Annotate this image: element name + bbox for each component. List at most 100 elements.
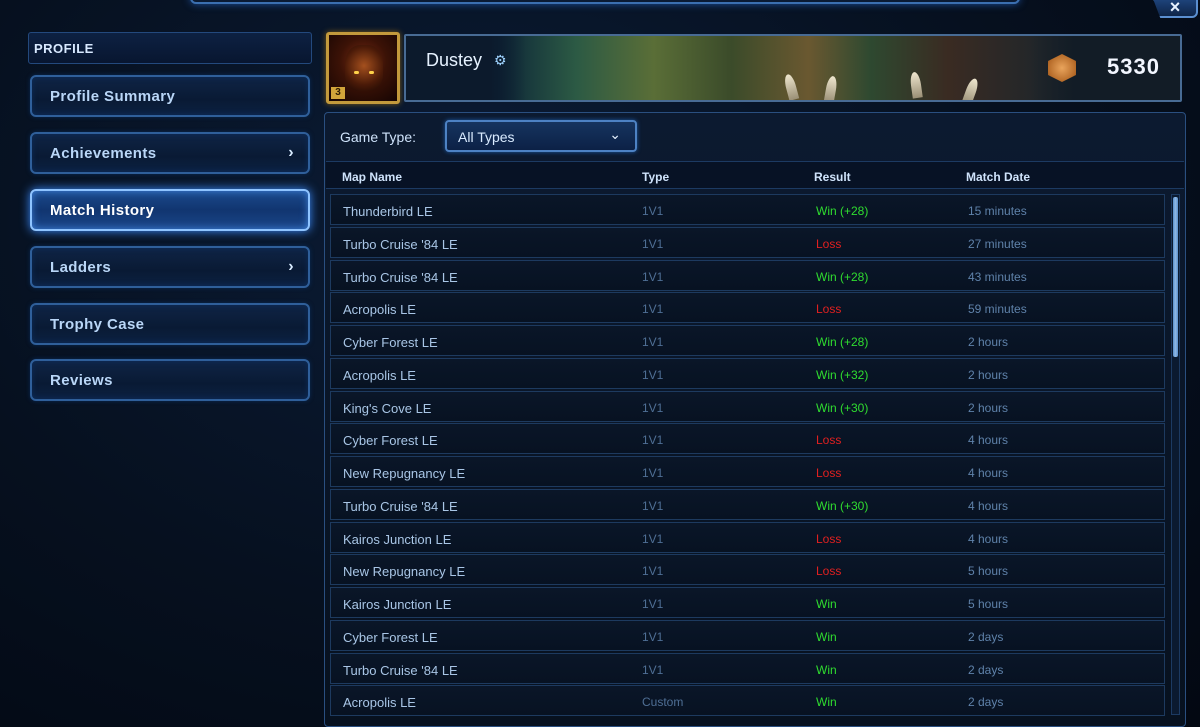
result-cell: Win [816,629,837,644]
table-row[interactable]: Cyber Forest LE 1V1 Loss 4 hours [330,423,1165,455]
chevron-down-icon: ⌄ [609,126,621,142]
table-row[interactable]: Turbo Cruise '84 LE 1V1 Win (+28) 43 minute… [330,259,1165,291]
sidebar-header: PROFILE [28,32,312,64]
result-cell: Win [816,597,837,611]
profile-sidebar: PROFILE Profile Summary Achievements › M… [28,32,312,401]
rating-area: 5330 [1030,36,1180,100]
sidebar-item-label: Trophy Case [50,316,145,333]
game-type-cell: 1V1 [642,629,664,644]
game-type-cell: 1V1 [642,597,664,611]
result-cell: Win (+30) [816,400,869,415]
table-header: Map Name Type Result Match Date [326,161,1184,189]
match-date-cell: 2 days [968,662,1004,677]
match-date-cell: 4 hours [968,498,1009,513]
match-date-cell: 2 hours [968,400,1009,415]
match-date-cell: 4 hours [968,433,1009,448]
map-name-cell: Acropolis LE [343,367,416,383]
result-cell: Loss [816,236,842,251]
portrait-eye [354,71,359,74]
map-name-cell: New Repugnancy LE [343,466,466,481]
table-row[interactable]: Acropolis LE 1V1 Loss 59 minutes [330,292,1165,324]
portrait-level-badge: 3 [331,87,345,99]
sidebar-item-profile-summary[interactable]: Profile Summary [30,75,310,117]
sidebar-item-match-history[interactable]: Match History [30,189,310,231]
game-type-cell: Custom [642,695,684,710]
chevron-right-icon: › [288,144,294,161]
map-name-cell: Turbo Cruise '84 LE [343,236,458,252]
close-button[interactable]: × [1152,0,1198,18]
table-row[interactable]: Kairos Junction LE 1V1 Loss 4 hours [330,521,1165,553]
map-name-cell: Cyber Forest LE [343,629,438,645]
sidebar-item-label: Ladders [50,259,112,276]
game-type-cell: 1V1 [642,335,664,349]
match-date-cell: 4 hours [968,466,1009,480]
table-row[interactable]: Cyber Forest LE 1V1 Win (+28) 2 hours [330,325,1165,356]
sidebar-item-label: Achievements [50,145,157,162]
table-row[interactable]: Turbo Cruise '84 LE 1V1 Win 2 days [330,652,1165,684]
player-portrait[interactable]: 3 [326,32,400,104]
banner-art [782,73,800,100]
table-row[interactable]: Cyber Forest LE 1V1 Win 2 days [330,619,1165,651]
column-header-result[interactable]: Result [814,170,851,184]
column-header-date[interactable]: Match Date [966,170,1030,184]
portrait-eye [369,71,374,74]
result-cell: Loss [816,466,842,480]
match-date-cell: 43 minutes [968,269,1027,284]
sidebar-item-ladders[interactable]: Ladders › [30,246,310,288]
player-rating: 5330 [1107,54,1160,79]
table-row[interactable]: New Repugnancy LE 1V1 Loss 5 hours [330,554,1165,586]
match-date-cell: 4 hours [968,531,1009,546]
sidebar-item-label: Profile Summary [50,88,176,105]
game-type-cell: 1V1 [642,236,664,251]
game-type-cell: 1V1 [642,564,664,579]
sidebar-item-reviews[interactable]: Reviews [30,359,310,401]
player-banner: Dustey ⚙ 5330 [404,34,1182,102]
table-row[interactable]: Acropolis LE Custom Win 2 days [330,685,1165,717]
match-date-cell: 15 minutes [968,204,1027,218]
game-type-cell: 1V1 [642,204,664,218]
map-name-cell: Kairos Junction LE [343,531,452,547]
match-date-cell: 2 days [968,629,1004,644]
game-type-cell: 1V1 [642,662,664,677]
close-icon: × [1169,0,1181,17]
column-header-type[interactable]: Type [642,170,669,184]
map-name-cell: Acropolis LE [343,302,416,318]
table-row[interactable]: Thunderbird LE 1V1 Win (+28) 15 minutes [330,194,1165,225]
table-row[interactable]: Turbo Cruise '84 LE 1V1 Win (+30) 4 hours [330,488,1165,520]
sidebar-item-trophy-case[interactable]: Trophy Case [30,303,310,345]
banner-art [909,71,923,99]
gear-icon[interactable]: ⚙ [494,52,507,69]
banner-art [823,75,839,100]
result-cell: Loss [816,531,842,546]
sidebar-item-label: Reviews [50,372,113,389]
match-date-cell: 2 days [968,695,1004,710]
table-row[interactable]: Acropolis LE 1V1 Win (+32) 2 hours [330,357,1165,389]
result-cell: Loss [816,433,842,448]
table-row[interactable]: King's Cove LE 1V1 Win (+30) 2 hours [330,390,1165,422]
match-date-cell: 2 hours [968,335,1009,349]
sidebar-item-achievements[interactable]: Achievements › [30,132,310,174]
result-cell: Win [816,662,837,677]
map-name-cell: Cyber Forest LE [343,335,438,350]
map-name-cell: Turbo Cruise '84 LE [343,662,458,678]
sidebar-item-label: Match History [50,202,155,219]
scrollbar-thumb[interactable] [1173,197,1178,357]
match-date-cell: 5 hours [968,597,1009,611]
table-row[interactable]: New Repugnancy LE 1V1 Loss 4 hours [330,456,1165,487]
game-type-selected: All Types [458,129,515,145]
map-name-cell: Turbo Cruise '84 LE [343,498,458,514]
game-type-dropdown[interactable]: All Types ⌄ [445,120,637,152]
map-name-cell: New Repugnancy LE [343,564,466,580]
scrollbar[interactable] [1171,194,1180,715]
portrait-image [345,45,383,91]
column-header-map[interactable]: Map Name [342,170,402,184]
game-type-cell: 1V1 [642,367,664,382]
match-date-cell: 2 hours [968,367,1009,382]
table-row[interactable]: Kairos Junction LE 1V1 Win 5 hours [330,587,1165,618]
result-cell: Win (+32) [816,367,869,382]
game-type-cell: 1V1 [642,269,664,284]
result-cell: Loss [816,302,842,317]
table-row[interactable]: Turbo Cruise '84 LE 1V1 Loss 27 minutes [330,226,1165,258]
game-type-cell: 1V1 [642,400,664,415]
game-type-cell: 1V1 [642,498,664,513]
